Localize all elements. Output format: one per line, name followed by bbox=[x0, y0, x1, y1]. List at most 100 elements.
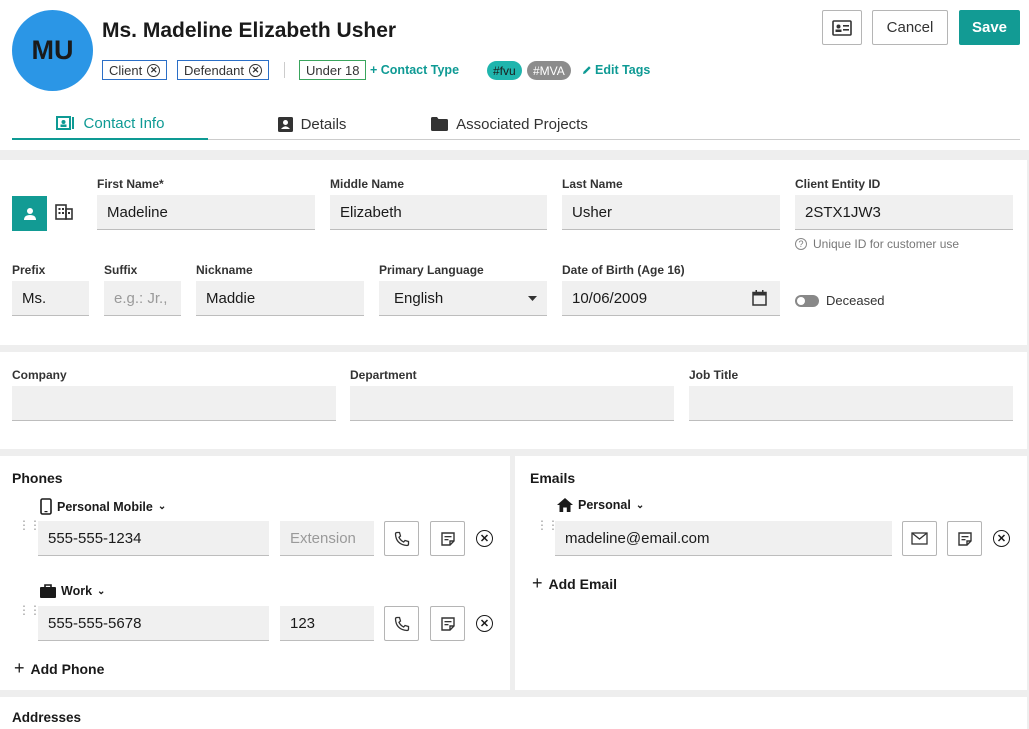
middle-name-label: Middle Name bbox=[330, 177, 405, 191]
tab-details[interactable]: Details bbox=[267, 108, 357, 140]
company-field[interactable] bbox=[12, 386, 336, 421]
nickname-label: Nickname bbox=[196, 263, 253, 277]
last-name-label: Last Name bbox=[562, 177, 623, 191]
call-button[interactable] bbox=[384, 606, 419, 641]
department-label: Department bbox=[350, 368, 417, 382]
phone-icon bbox=[394, 616, 409, 631]
deceased-label: Deceased bbox=[826, 293, 885, 308]
note-icon bbox=[440, 616, 455, 631]
job-title-field[interactable] bbox=[689, 386, 1013, 421]
add-email-button[interactable]: + Add Email bbox=[532, 573, 617, 594]
remove-chip-icon[interactable]: ✕ bbox=[147, 63, 161, 77]
tab-associated-projects[interactable]: Associated Projects bbox=[422, 108, 597, 140]
client-entity-id-field[interactable]: 2STX1JW3 bbox=[795, 195, 1013, 230]
client-entity-id-label: Client Entity ID bbox=[795, 177, 881, 191]
caret-down-icon bbox=[528, 296, 537, 301]
phone-note-button[interactable] bbox=[430, 606, 465, 641]
phone-type-label: Work bbox=[61, 584, 93, 598]
edit-tags-link[interactable]: Edit Tags bbox=[582, 63, 650, 77]
plus-icon: + bbox=[14, 658, 25, 678]
contact-card-icon bbox=[832, 19, 852, 36]
chevron-down-icon: ⌄ bbox=[97, 585, 106, 597]
cancel-button[interactable]: Cancel bbox=[872, 10, 948, 45]
phone-type-dropdown[interactable]: Work ⌄ bbox=[40, 584, 105, 598]
help-icon: ? bbox=[795, 238, 807, 250]
first-name-field[interactable]: Madeline bbox=[97, 195, 315, 230]
date-of-birth-label: Date of Birth (Age 16) bbox=[562, 263, 685, 277]
primary-language-select[interactable]: English bbox=[379, 281, 547, 316]
date-of-birth-field[interactable]: 10/06/2009 bbox=[562, 281, 780, 316]
phone-note-button[interactable] bbox=[430, 521, 465, 556]
drag-handle-icon[interactable]: ⋮⋮ bbox=[18, 519, 41, 531]
organization-type-button[interactable] bbox=[55, 204, 73, 222]
save-button[interactable]: Save bbox=[959, 10, 1020, 45]
chevron-down-icon: ⌄ bbox=[157, 501, 167, 512]
remove-phone-icon[interactable]: ✕ bbox=[476, 615, 493, 632]
remove-chip-icon[interactable]: ✕ bbox=[249, 63, 262, 77]
entity-id-help: ? Unique ID for customer use bbox=[795, 237, 959, 251]
suffix-field[interactable]: e.g.: Jr., bbox=[104, 281, 181, 316]
date-of-birth-value: 10/06/2009 bbox=[572, 289, 648, 307]
home-icon bbox=[557, 498, 573, 512]
note-icon bbox=[440, 531, 455, 546]
remove-phone-icon[interactable]: ✕ bbox=[476, 530, 493, 547]
email-type-label: Personal bbox=[578, 498, 631, 512]
contact-header: MU Ms. Madeline Elizabeth Usher Client ✕… bbox=[0, 0, 1029, 150]
contact-card-button[interactable] bbox=[822, 10, 862, 45]
remove-email-icon[interactable]: ✕ bbox=[993, 530, 1010, 547]
prefix-label: Prefix bbox=[12, 263, 46, 277]
age-chip: Under 18 bbox=[299, 60, 367, 80]
prefix-field[interactable]: Ms. bbox=[12, 281, 89, 316]
phone-icon bbox=[394, 531, 409, 546]
tag-fvu[interactable]: #fvu bbox=[487, 61, 522, 80]
selected-language: English bbox=[394, 289, 444, 307]
deceased-toggle[interactable]: Deceased bbox=[795, 293, 885, 308]
suffix-label: Suffix bbox=[104, 263, 138, 277]
nickname-field[interactable]: Maddie bbox=[196, 281, 364, 316]
phones-section: Phones Personal Mobile ⌄ ⋮⋮ 555-555-1234… bbox=[0, 456, 510, 690]
department-field[interactable] bbox=[350, 386, 674, 421]
pencil-icon bbox=[583, 66, 591, 74]
phone-extension-field[interactable]: 123 bbox=[280, 606, 374, 641]
addresses-title: Addresses bbox=[12, 710, 82, 725]
person-icon bbox=[23, 207, 36, 220]
tag-mva[interactable]: #MVA bbox=[527, 61, 571, 80]
email-type-dropdown[interactable]: Personal ⌄ bbox=[557, 498, 644, 512]
job-title-label: Job Title bbox=[689, 368, 739, 382]
user-box-icon bbox=[277, 116, 293, 132]
email-address-field[interactable]: madeline@email.com bbox=[555, 521, 892, 556]
phone-number-field[interactable]: 555-555-5678 bbox=[38, 606, 269, 641]
tab-contact-info[interactable]: Contact Info bbox=[12, 108, 208, 140]
add-contact-type-link[interactable]: + Contact Type bbox=[370, 63, 459, 77]
edit-tags-label: Edit Tags bbox=[595, 63, 651, 77]
name-section: First Name* Madeline Middle Name Elizabe… bbox=[0, 160, 1027, 345]
middle-name-field[interactable]: Elizabeth bbox=[330, 195, 547, 230]
chip-defendant: Defendant ✕ bbox=[177, 60, 269, 80]
first-name-label: First Name* bbox=[97, 177, 164, 191]
last-name-field[interactable]: Usher bbox=[562, 195, 780, 230]
calendar-icon[interactable] bbox=[752, 290, 767, 306]
add-email-label: Add Email bbox=[548, 575, 617, 592]
add-phone-button[interactable]: + Add Phone bbox=[14, 658, 104, 679]
drag-handle-icon[interactable]: ⋮⋮ bbox=[18, 604, 41, 616]
avatar: MU bbox=[12, 10, 93, 91]
phone-type-label: Personal Mobile bbox=[57, 499, 153, 514]
chip-client: Client ✕ bbox=[102, 60, 168, 80]
email-note-button[interactable] bbox=[947, 521, 982, 556]
briefcase-icon bbox=[40, 584, 56, 598]
call-button[interactable] bbox=[384, 521, 419, 556]
toggle-switch[interactable] bbox=[795, 294, 819, 307]
addresses-section: Addresses bbox=[0, 697, 1027, 729]
phone-number-field[interactable]: 555-555-1234 bbox=[38, 521, 269, 556]
phones-title: Phones bbox=[12, 470, 63, 486]
chip-label: Defendant bbox=[184, 62, 244, 78]
add-phone-label: Add Phone bbox=[30, 660, 105, 677]
phone-extension-field[interactable]: Extension bbox=[280, 521, 374, 556]
phone-type-dropdown[interactable]: Personal Mobile ⌄ bbox=[40, 498, 166, 515]
person-type-button[interactable] bbox=[12, 196, 47, 231]
tab-label: Associated Projects bbox=[456, 115, 588, 133]
mobile-phone-icon bbox=[40, 498, 52, 515]
envelope-icon bbox=[911, 532, 928, 545]
send-email-button[interactable] bbox=[902, 521, 937, 556]
contact-card-icon bbox=[55, 116, 74, 130]
